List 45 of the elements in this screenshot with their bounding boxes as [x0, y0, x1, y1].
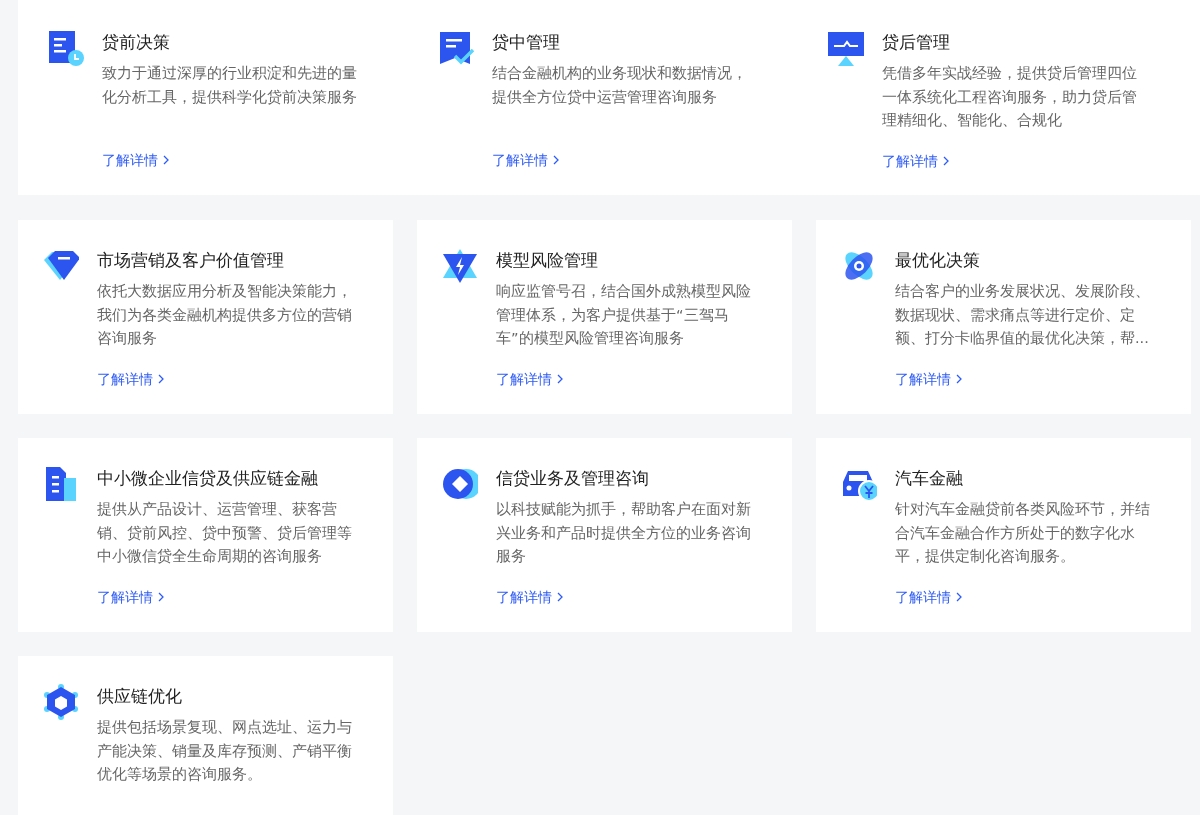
- card-title: 最优化决策: [895, 249, 981, 272]
- chevron-icon: [956, 373, 962, 384]
- overlapping-circles-icon: [442, 466, 478, 502]
- chevron-icon: [163, 155, 169, 165]
- chevron-icon: [553, 155, 559, 165]
- card-title: 贷后管理: [882, 31, 951, 54]
- card-description: 依托大数据应用分析及智能决策能力，我们为各类金融机构提供多方位的营销咨询服务: [97, 282, 353, 348]
- details-link[interactable]: 了解详情: [496, 368, 563, 389]
- chevron-icon: [158, 591, 164, 602]
- chevron-icon: [557, 591, 563, 602]
- card-title: 供应链优化: [97, 685, 183, 708]
- card-description: 针对汽车金融贷前各类风险环节，并结合汽车金融合作方所处于的数字化水平，提供定制化咨询服务。: [895, 500, 1151, 566]
- card-description: 提供从产品设计、运营管理、获客营销、贷前风控、贷中预警、贷后管理等中小微信贷全生命周期的咨询服务: [97, 500, 353, 566]
- document-check-icon: [438, 30, 474, 66]
- document-clock-icon: [48, 30, 84, 66]
- details-link[interactable]: 了解详情: [492, 150, 559, 170]
- details-link[interactable]: 了解详情: [496, 586, 563, 607]
- chevron-icon: [943, 155, 949, 166]
- details-link[interactable]: 了解详情: [895, 586, 962, 607]
- card-title: 贷中管理: [492, 31, 561, 54]
- details-link[interactable]: 了解详情: [882, 150, 949, 171]
- card-title: 模型风险管理: [496, 249, 599, 272]
- building-icon: [43, 466, 79, 502]
- card-title: 市场营销及客户价值管理: [97, 249, 285, 272]
- chevron-icon: [956, 591, 962, 602]
- card-title: 贷前决策: [102, 31, 171, 54]
- details-link[interactable]: 了解详情: [895, 368, 962, 389]
- details-link[interactable]: 了解详情: [97, 586, 164, 607]
- card-title: 信贷业务及管理咨询: [496, 467, 650, 490]
- card-description: 结合客户的业务发展状况、发展阶段、数据现状、需求痛点等进行定价、定额、打分卡临界值的最优化决策，帮...: [895, 282, 1151, 348]
- details-link[interactable]: 了解详情: [102, 150, 169, 170]
- card-title: 汽车金融: [895, 467, 964, 490]
- hexagon-icon: [43, 684, 79, 720]
- monitor-icon: [828, 30, 864, 66]
- chevron-icon: [557, 373, 563, 384]
- card-description: 凭借多年实战经验，提供贷后管理四位一体系统化工程咨询服务，助力贷后管理精细化、智能化、合规化: [882, 64, 1138, 130]
- card-description: 结合金融机构的业务现状和数据情况，提供全方位贷中运营管理咨询服务: [492, 64, 748, 107]
- details-link[interactable]: 了解详情: [97, 368, 164, 389]
- card-description: 提供包括场景复现、网点选址、运力与产能决策、销量及库存预测、产销平衡优化等场景的咨询服务。: [97, 718, 353, 784]
- card-description: 响应监管号召，结合国外成熟模型风险管理体系，为客户提供基于“三驾马车”的模型风险管理咨询服务: [496, 282, 752, 348]
- card-description: 致力于通过深厚的行业积淀和先进的量化分析工具，提供科学化贷前决策服务: [102, 64, 358, 107]
- card-title: 中小微企业信贷及供应链金融: [97, 467, 319, 490]
- chevron-icon: [158, 373, 164, 384]
- star-lightning-icon: [442, 248, 478, 284]
- card-description: 以科技赋能为抓手，帮助客户在面对新兴业务和产品时提供全方位的业务咨询服务: [496, 500, 752, 566]
